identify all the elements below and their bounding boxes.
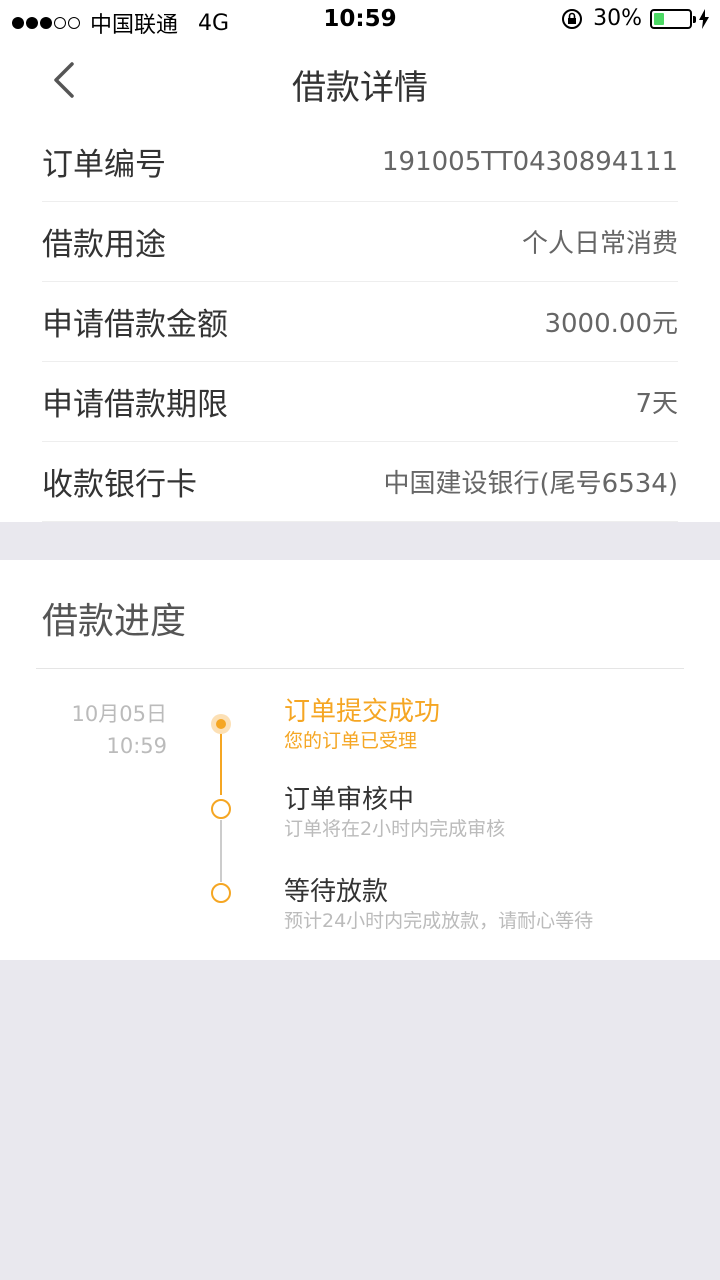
step-date: 10月05日 (71, 702, 167, 726)
detail-label: 借款用途 (42, 227, 166, 263)
detail-row-order-number: 订单编号 191005TT0430894111 (42, 122, 678, 202)
timeline-dot-pending-icon (211, 883, 231, 903)
timeline-line-pending (220, 820, 222, 882)
nav-bar: 借款详情 (0, 40, 720, 122)
progress-step-submitted: 订单提交成功 您的订单已受理 (284, 696, 440, 754)
step-title: 订单提交成功 (284, 697, 441, 727)
rotation-lock-icon (562, 8, 583, 29)
progress-title: 借款进度 (42, 601, 187, 642)
detail-label: 收款银行卡 (42, 467, 197, 503)
battery-icon (650, 8, 696, 29)
progress-step-disbursing: 等待放款 预计24小时内完成放款，请耐心等待 (284, 876, 593, 934)
progress-step-reviewing: 订单审核中 订单将在2小时内完成审核 (284, 784, 505, 842)
status-bar: 中国联通 4G 10:59 30% (0, 0, 720, 40)
step-description: 您的订单已受理 (284, 730, 418, 752)
timeline-line-completed (220, 733, 222, 795)
step-timestamp: 10月05日 10:59 (72, 698, 167, 762)
step-title: 订单审核中 (284, 785, 415, 815)
battery-percentage: 30% (593, 6, 642, 31)
screen: 中国联通 4G 10:59 30% 借款详情 订单编号 191005TT0430… (0, 0, 720, 1280)
loan-details-list: 订单编号 191005TT0430894111 借款用途 个人日常消费 申请借款… (0, 122, 720, 522)
detail-value: 中国建设银行(尾号6534) (383, 469, 678, 499)
charging-bolt-icon (699, 8, 709, 29)
divider (36, 668, 684, 669)
detail-label: 申请借款期限 (42, 387, 228, 423)
detail-value: 3000.00元 (544, 309, 678, 339)
step-description: 订单将在2小时内完成审核 (284, 818, 506, 840)
detail-row-bank-card: 收款银行卡 中国建设银行(尾号6534) (42, 442, 678, 522)
detail-value: 7天 (635, 389, 678, 419)
loan-progress-section: 借款进度 10月05日 10:59 订单提交成功 您的订单已受理 订单审核中 订… (0, 560, 720, 960)
timeline-dot-active-icon (211, 714, 231, 734)
step-title: 等待放款 (284, 877, 389, 907)
detail-label: 订单编号 (42, 147, 166, 183)
page-title: 借款详情 (292, 68, 428, 108)
timeline-dot-pending-icon (211, 799, 231, 819)
detail-value: 个人日常消费 (521, 229, 678, 259)
status-right: 30% (561, 6, 710, 31)
detail-row-amount: 申请借款金额 3000.00元 (42, 282, 678, 362)
detail-value: 191005TT0430894111 (382, 146, 678, 177)
detail-row-purpose: 借款用途 个人日常消费 (42, 202, 678, 282)
detail-row-term: 申请借款期限 7天 (42, 362, 678, 442)
step-description: 预计24小时内完成放款，请耐心等待 (284, 910, 594, 932)
detail-label: 申请借款金额 (42, 307, 228, 343)
step-time: 10:59 (106, 734, 167, 758)
